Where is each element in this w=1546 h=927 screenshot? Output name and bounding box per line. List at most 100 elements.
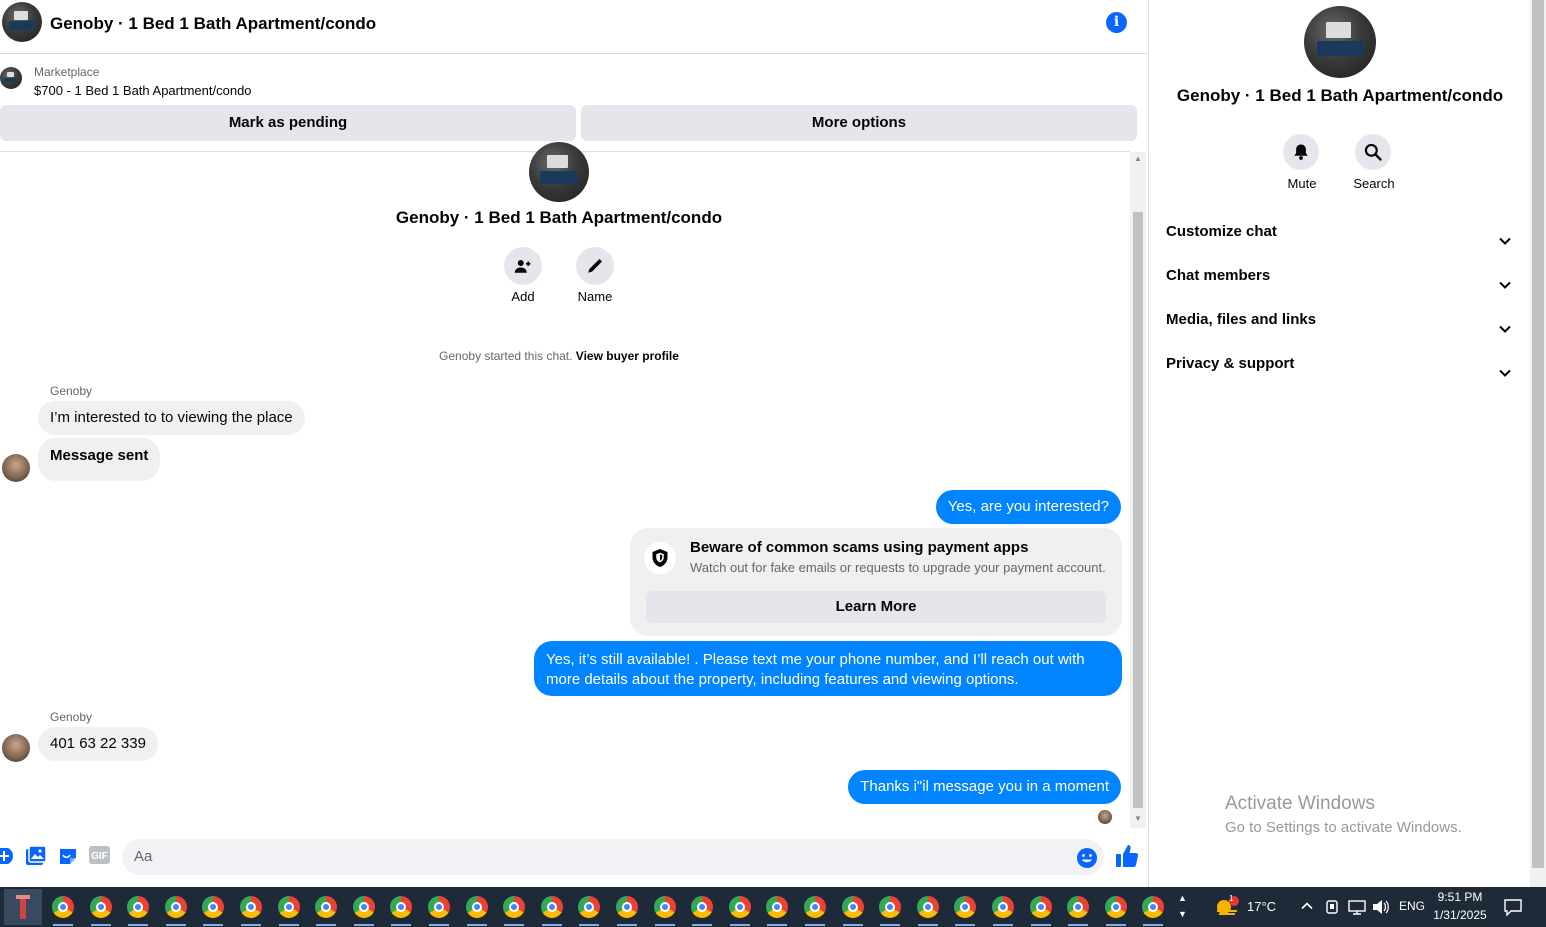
chrome-taskbar-icon[interactable] [954, 896, 977, 918]
shield-icon [644, 542, 676, 574]
chrome-taskbar-icon[interactable] [89, 896, 112, 918]
meet-now-icon[interactable] [1325, 899, 1339, 920]
chevron-up-icon[interactable] [1300, 899, 1314, 918]
taskbar-running-indicator [278, 924, 299, 926]
view-buyer-profile-link[interactable]: View buyer profile [576, 349, 679, 363]
sender-avatar[interactable] [2, 454, 30, 482]
chrome-taskbar-icon[interactable] [390, 896, 413, 918]
info-icon[interactable]: i [1106, 12, 1127, 33]
scroll-arrows-icon[interactable]: ▲ ▼ [1178, 890, 1187, 922]
sender-avatar[interactable] [2, 734, 30, 762]
activate-windows-title: Activate Windows [1225, 793, 1375, 814]
taskbar-running-indicator [767, 924, 788, 926]
chat-avatar[interactable] [2, 2, 42, 42]
edit-name-button[interactable] [576, 247, 614, 285]
language-indicator[interactable]: ENG [1399, 899, 1425, 913]
chrome-taskbar-icon[interactable] [653, 896, 676, 918]
notifications-icon[interactable] [1504, 898, 1522, 921]
chrome-taskbar-icon[interactable] [804, 896, 826, 918]
image-icon[interactable] [26, 846, 47, 866]
volume-icon[interactable] [1372, 899, 1390, 920]
weather-badge: 1 [1229, 894, 1234, 903]
chrome-taskbar-icon[interactable] [766, 896, 789, 918]
gif-icon[interactable]: GIF [89, 846, 110, 864]
message-outgoing[interactable]: Yes, it’s still available! . Please text… [534, 641, 1122, 696]
sticker-icon[interactable] [58, 846, 78, 866]
customize-chat-row[interactable]: Customize chat [1166, 212, 1512, 252]
panel-title: Genoby · 1 Bed 1 Bath Apartment/condo [1176, 86, 1504, 105]
taskbar-running-indicator [53, 924, 73, 926]
clock-time[interactable]: 9:51 PM [1430, 890, 1490, 904]
message-incoming[interactable]: I’m interested to to viewing the place [38, 401, 305, 435]
plus-icon[interactable] [0, 848, 14, 864]
chat-started-notice: Genoby started this chat. View buyer pro… [0, 349, 1118, 363]
windows-taskbar: ▲ ▼ 1 17°C ENG 9:51 PM 1/31/2025 [0, 887, 1546, 927]
chrome-taskbar-icon[interactable] [1104, 896, 1127, 918]
chrome-taskbar-icon[interactable] [691, 896, 714, 918]
learn-more-button[interactable]: Learn More [646, 591, 1106, 623]
more-options-button[interactable]: More options [581, 105, 1137, 141]
like-icon[interactable] [1116, 844, 1138, 868]
search-icon [1364, 143, 1382, 161]
listing-title[interactable]: $700 - 1 Bed 1 Bath Apartment/condo [34, 83, 252, 98]
clock-date[interactable]: 1/31/2025 [1430, 908, 1490, 922]
page-scrollbar[interactable] [1530, 0, 1546, 887]
chrome-taskbar-icon[interactable] [616, 896, 638, 918]
taskbar-running-indicator [203, 924, 224, 926]
chrome-taskbar-icon[interactable] [578, 896, 601, 918]
temperature[interactable]: 17°C [1247, 899, 1276, 914]
chrome-taskbar-icon[interactable] [428, 896, 450, 918]
chrome-taskbar-icon[interactable] [164, 896, 187, 918]
mute-button[interactable] [1283, 134, 1319, 170]
media-files-links-row[interactable]: Media, files and links [1166, 300, 1512, 340]
message-input[interactable]: Aa [122, 839, 1104, 875]
pencil-icon [588, 258, 603, 273]
mark-as-pending-button[interactable]: Mark as pending [0, 105, 576, 141]
chrome-taskbar-icon[interactable] [992, 896, 1014, 918]
chrome-taskbar-icon[interactable] [465, 896, 488, 918]
chrome-taskbar-icon[interactable] [1067, 896, 1090, 918]
chrome-taskbar-icon[interactable] [916, 896, 939, 918]
chrome-taskbar-icon[interactable] [277, 896, 300, 918]
chat-pane: Genoby · 1 Bed 1 Bath Apartment/condo i … [0, 0, 1149, 887]
listing-thumbnail[interactable] [0, 67, 22, 89]
chrome-taskbar-icon[interactable] [127, 896, 150, 918]
scroll-thumb[interactable] [1133, 212, 1143, 808]
mute-label: Mute [1287, 176, 1317, 191]
taskbar-running-indicator [429, 924, 449, 926]
weather-icon[interactable] [1214, 896, 1240, 923]
message-outgoing[interactable]: Yes, are you interested? [935, 490, 1121, 524]
pinned-app-icon[interactable] [4, 889, 42, 925]
taskbar-running-indicator [316, 924, 337, 926]
page-scroll-thumb[interactable] [1532, 0, 1544, 868]
chrome-taskbar-icon[interactable] [841, 896, 864, 918]
activate-windows-subtitle: Go to Settings to activate Windows. [1225, 819, 1462, 836]
message-outgoing[interactable]: Thanks i"il message you in a moment [848, 770, 1121, 804]
chrome-taskbar-icon[interactable] [1142, 896, 1165, 918]
chrome-taskbar-icon[interactable] [540, 896, 563, 918]
chrome-taskbar-icon[interactable] [315, 896, 338, 918]
chrome-taskbar-icon[interactable] [503, 896, 526, 918]
chrome-taskbar-icon[interactable] [240, 896, 262, 918]
scroll-up-icon[interactable]: ▲ [1134, 154, 1142, 163]
add-person-button[interactable] [504, 247, 542, 285]
emoji-icon[interactable] [1076, 847, 1098, 869]
chrome-taskbar-icon[interactable] [352, 896, 375, 918]
chrome-taskbar-icon[interactable] [879, 896, 902, 918]
network-icon[interactable] [1348, 899, 1366, 920]
chrome-taskbar-icon[interactable] [202, 896, 225, 918]
chrome-taskbar-icon[interactable] [52, 896, 74, 918]
chat-title[interactable]: Genoby · 1 Bed 1 Bath Apartment/condo [50, 14, 376, 34]
privacy-support-row[interactable]: Privacy & support [1166, 344, 1512, 384]
chrome-taskbar-icon[interactable] [728, 896, 751, 918]
chat-scrollbar[interactable]: ▲ ▼ [1130, 152, 1146, 828]
scroll-down-icon[interactable]: ▼ [1134, 814, 1142, 823]
svg-text:GIF: GIF [91, 851, 108, 862]
chat-members-row[interactable]: Chat members [1166, 256, 1512, 296]
taskbar-running-indicator [880, 924, 901, 926]
message-incoming[interactable]: Message sent [38, 438, 161, 481]
taskbar-running-indicator [541, 924, 562, 926]
chrome-taskbar-icon[interactable] [1029, 896, 1052, 918]
message-incoming[interactable]: 401 63 22 339 [38, 727, 158, 761]
search-button[interactable] [1355, 134, 1391, 170]
